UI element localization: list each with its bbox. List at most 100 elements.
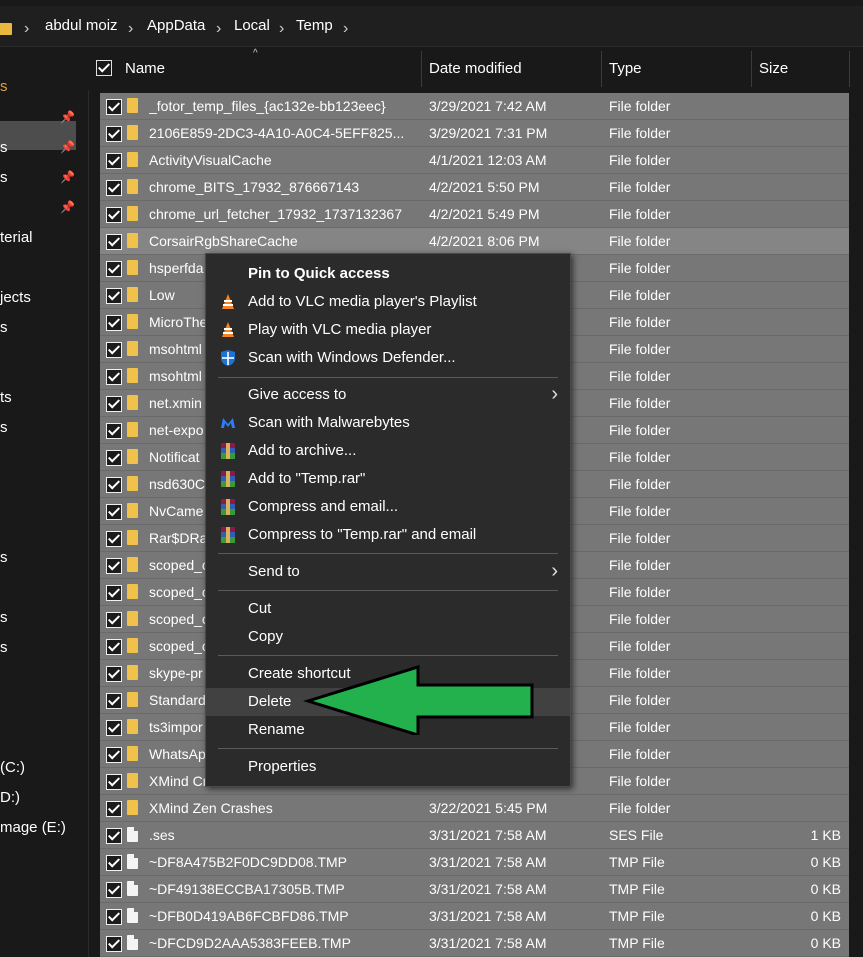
row-checkbox[interactable] <box>106 936 122 952</box>
menu-item-windows-defender[interactable]: Scan with Windows Defender... <box>206 344 570 372</box>
row-checkbox[interactable] <box>106 261 122 277</box>
row-checkbox[interactable] <box>106 153 122 169</box>
menu-item-vlc-playlist[interactable]: Add to VLC media player's Playlist <box>206 288 570 316</box>
menu-item-label: Delete <box>248 693 292 710</box>
file-row[interactable]: ~DFCD9D2AAA5383FEEB.TMP 3/31/2021 7:58 AM… <box>100 930 849 957</box>
file-row[interactable]: XMind Zen Crashes 3/22/2021 5:45 PM File f… <box>100 795 849 822</box>
nav-item[interactable]: s <box>0 319 8 336</box>
nav-item-drive-d[interactable]: D:) <box>0 789 20 806</box>
chevron-right-icon[interactable]: › <box>24 20 29 38</box>
nav-item[interactable]: terial <box>0 229 33 246</box>
row-checkbox[interactable] <box>106 342 122 358</box>
chevron-right-icon[interactable]: › <box>343 20 348 38</box>
winrar-icon <box>221 527 235 543</box>
column-divider[interactable] <box>849 51 850 87</box>
row-checkbox[interactable] <box>106 315 122 331</box>
row-checkbox[interactable] <box>106 882 122 898</box>
breadcrumb[interactable]: › abdul moiz › AppData › Local › Temp › <box>0 6 863 47</box>
file-row[interactable]: ~DF8A475B2F0DC9DD08.TMP 3/31/2021 7:58 AM… <box>100 849 849 876</box>
menu-item-compress-email[interactable]: Compress and email... <box>206 493 570 521</box>
file-row[interactable]: 2106E859-2DC3-4A10-A0C4-5EFF825... 3/29/2… <box>100 120 849 147</box>
column-date-modified[interactable]: Date modified <box>429 60 522 77</box>
row-checkbox[interactable] <box>106 747 122 763</box>
column-name[interactable]: Name <box>125 60 165 77</box>
nav-item[interactable]: s <box>0 78 8 95</box>
chevron-right-icon[interactable]: › <box>216 20 221 38</box>
file-size: 0 KB <box>810 881 841 897</box>
row-checkbox[interactable] <box>106 558 122 574</box>
menu-item-add-archive[interactable]: Add to archive... <box>206 437 570 465</box>
file-row[interactable]: ~DFB0D419AB6FCBFD86.TMP 3/31/2021 7:58 AM… <box>100 903 849 930</box>
sort-ascending-icon: ^ <box>253 48 258 59</box>
row-checkbox[interactable] <box>106 180 122 196</box>
nav-item[interactable]: s <box>0 139 8 156</box>
nav-item[interactable]: s <box>0 549 8 566</box>
menu-item-label: Give access to <box>248 386 347 403</box>
nav-item[interactable]: s <box>0 169 8 186</box>
column-size[interactable]: Size <box>759 60 788 77</box>
menu-item-cut[interactable]: Cut <box>206 595 570 623</box>
row-checkbox[interactable] <box>106 126 122 142</box>
menu-item-properties[interactable]: Properties <box>206 753 570 781</box>
folder-icon <box>127 341 138 356</box>
row-checkbox[interactable] <box>106 99 122 115</box>
row-checkbox[interactable] <box>106 639 122 655</box>
chevron-right-icon[interactable]: › <box>279 20 284 38</box>
menu-item-label: Add to "Temp.rar" <box>248 470 366 487</box>
row-checkbox[interactable] <box>106 909 122 925</box>
nav-item-drive-c[interactable]: (C:) <box>0 759 25 776</box>
row-checkbox[interactable] <box>106 585 122 601</box>
row-checkbox[interactable] <box>106 531 122 547</box>
breadcrumb-item-local[interactable]: Local <box>234 17 270 34</box>
row-checkbox[interactable] <box>106 450 122 466</box>
breadcrumb-item-user[interactable]: abdul moiz <box>45 17 118 34</box>
menu-item-malwarebytes[interactable]: Scan with Malwarebytes <box>206 409 570 437</box>
menu-item-compress-rar-email[interactable]: Compress to "Temp.rar" and email <box>206 521 570 549</box>
menu-item-vlc-play[interactable]: Play with VLC media player <box>206 316 570 344</box>
nav-item[interactable]: ts <box>0 389 12 406</box>
row-checkbox[interactable] <box>106 666 122 682</box>
file-row[interactable]: chrome_url_fetcher_17932_1737132367 4/2/2… <box>100 201 849 228</box>
file-row[interactable]: ActivityVisualCache 4/1/2021 12:03 AM File… <box>100 147 849 174</box>
file-row[interactable]: ~DF49138ECCBA17305B.TMP 3/31/2021 7:58 AM… <box>100 876 849 903</box>
row-checkbox[interactable] <box>106 423 122 439</box>
nav-item[interactable]: jects <box>0 289 31 306</box>
menu-item-give-access[interactable]: Give access to › <box>206 381 570 409</box>
row-checkbox[interactable] <box>106 612 122 628</box>
column-divider[interactable] <box>421 51 422 87</box>
file-row[interactable]: _fotor_temp_files_{ac132e-bb123eec} 3/29/… <box>100 93 849 120</box>
nav-item-drive-e[interactable]: mage (E:) <box>0 819 66 836</box>
nav-item[interactable]: s <box>0 419 8 436</box>
row-checkbox[interactable] <box>106 477 122 493</box>
nav-item[interactable]: s <box>0 639 8 656</box>
row-checkbox[interactable] <box>106 855 122 871</box>
chevron-right-icon[interactable]: › <box>128 20 133 38</box>
nav-item[interactable]: s <box>0 609 8 626</box>
row-checkbox[interactable] <box>106 801 122 817</box>
breadcrumb-item-temp[interactable]: Temp <box>296 17 333 34</box>
menu-item-copy[interactable]: Copy <box>206 623 570 651</box>
menu-item-send-to[interactable]: Send to › <box>206 558 570 586</box>
row-checkbox[interactable] <box>106 693 122 709</box>
row-checkbox[interactable] <box>106 288 122 304</box>
row-checkbox[interactable] <box>106 504 122 520</box>
row-checkbox[interactable] <box>106 720 122 736</box>
breadcrumb-item-appdata[interactable]: AppData <box>147 17 205 34</box>
column-divider[interactable] <box>751 51 752 87</box>
select-all-checkbox[interactable] <box>96 60 112 76</box>
row-checkbox[interactable] <box>106 828 122 844</box>
menu-item-add-temp-rar[interactable]: Add to "Temp.rar" <box>206 465 570 493</box>
row-checkbox[interactable] <box>106 774 122 790</box>
row-checkbox[interactable] <box>106 396 122 412</box>
file-type: File folder <box>609 233 671 249</box>
column-divider[interactable] <box>601 51 602 87</box>
row-checkbox[interactable] <box>106 207 122 223</box>
folder-icon <box>127 422 138 437</box>
row-checkbox[interactable] <box>106 234 122 250</box>
column-type[interactable]: Type <box>609 60 642 77</box>
file-row[interactable]: chrome_BITS_17932_876667143 4/2/2021 5:50… <box>100 174 849 201</box>
menu-item-pin-quick-access[interactable]: Pin to Quick access <box>206 260 570 288</box>
file-row[interactable]: .ses 3/31/2021 7:58 AM SES File 1 KB <box>100 822 849 849</box>
row-checkbox[interactable] <box>106 369 122 385</box>
file-row[interactable]: CorsairRgbShareCache 4/2/2021 8:06 PM File… <box>100 228 849 255</box>
